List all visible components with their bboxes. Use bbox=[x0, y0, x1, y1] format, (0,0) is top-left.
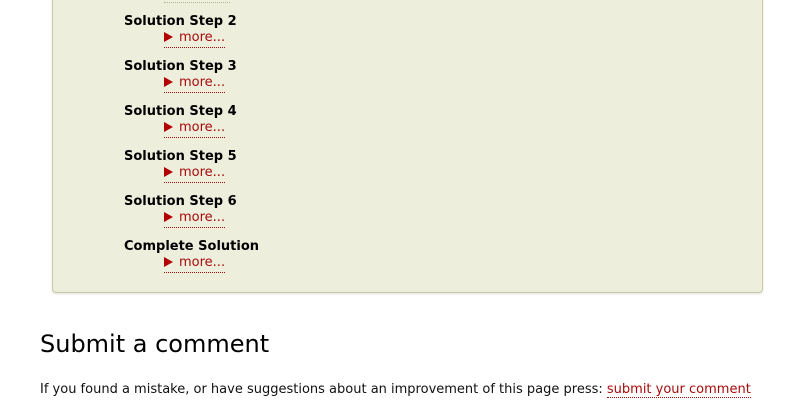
more-link-label: more... bbox=[179, 75, 226, 90]
solution-step-6: Solution Step 6 more... bbox=[124, 194, 237, 228]
solution-step-4: Solution Step 4 more... bbox=[124, 104, 237, 138]
solution-step-2: Solution Step 2 more... bbox=[124, 14, 237, 48]
previous-more-link-underline bbox=[164, 0, 230, 3]
play-triangle-icon bbox=[164, 32, 173, 42]
solution-step-title: Solution Step 6 bbox=[124, 194, 237, 209]
more-link-label: more... bbox=[179, 120, 226, 135]
solution-step-title: Complete Solution bbox=[124, 239, 260, 254]
comment-instructions: If you found a mistake, or have suggesti… bbox=[40, 382, 751, 398]
more-link-step-6[interactable]: more... bbox=[164, 210, 226, 228]
page: Solution Step 2 more... Solution Step 3 … bbox=[0, 0, 798, 415]
play-triangle-icon bbox=[164, 167, 173, 177]
solution-step-5: Solution Step 5 more... bbox=[124, 149, 237, 183]
solution-step-title: Solution Step 5 bbox=[124, 149, 237, 164]
more-link-step-2[interactable]: more... bbox=[164, 30, 226, 48]
more-link-step-3[interactable]: more... bbox=[164, 75, 226, 93]
play-triangle-icon bbox=[164, 122, 173, 132]
more-link-step-4[interactable]: more... bbox=[164, 120, 226, 138]
more-link-label: more... bbox=[179, 165, 226, 180]
more-link-label: more... bbox=[179, 30, 226, 45]
play-triangle-icon bbox=[164, 77, 173, 87]
submit-comment-link[interactable]: submit your comment bbox=[606, 382, 751, 398]
solution-step-title: Solution Step 2 bbox=[124, 14, 237, 29]
more-link-label: more... bbox=[179, 255, 226, 270]
more-link-step-5[interactable]: more... bbox=[164, 165, 226, 183]
solution-step-3: Solution Step 3 more... bbox=[124, 59, 237, 93]
solution-step-title: Solution Step 4 bbox=[124, 104, 237, 119]
complete-solution: Complete Solution more... bbox=[124, 239, 260, 273]
more-link-complete-solution[interactable]: more... bbox=[164, 255, 226, 273]
comment-instructions-text: If you found a mistake, or have suggesti… bbox=[40, 382, 603, 397]
solution-step-title: Solution Step 3 bbox=[124, 59, 237, 74]
submit-comment-heading: Submit a comment bbox=[40, 330, 270, 358]
play-triangle-icon bbox=[164, 257, 173, 267]
play-triangle-icon bbox=[164, 212, 173, 222]
more-link-label: more... bbox=[179, 210, 226, 225]
